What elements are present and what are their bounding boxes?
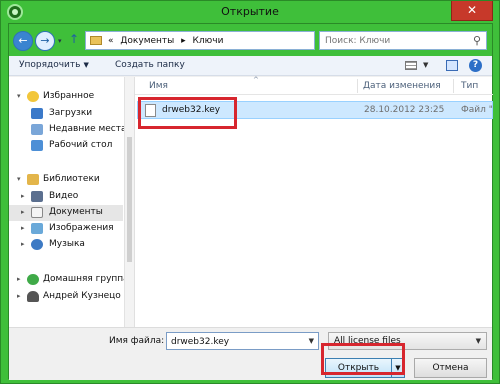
nav-images[interactable]: ▸ Изображения (9, 221, 123, 237)
breadcrumb-keys[interactable]: Ключи (193, 36, 224, 46)
nav-label: Загрузки (49, 108, 93, 118)
video-icon (31, 191, 43, 202)
user-icon (27, 291, 39, 302)
column-date[interactable]: Дата изменения (363, 81, 441, 91)
downloads-icon (31, 108, 43, 119)
title-bar: Открытие ✕ (1, 1, 499, 23)
dialog-footer: Имя файла: ▼ All license files ▼ Открыть… (9, 327, 492, 380)
open-options-dropdown-icon[interactable]: ▼ (391, 358, 405, 378)
filename-combobox[interactable]: ▼ (166, 332, 319, 350)
organize-label: Упорядочить (19, 60, 81, 70)
search-box[interactable]: ⚲ (319, 31, 487, 50)
nav-recent-places[interactable]: Недавние места (9, 122, 127, 138)
file-type: Файл "KE (461, 105, 493, 115)
filename-label: Имя файла: (109, 336, 165, 346)
breadcrumb: « Документы ▸ Ключи (108, 36, 227, 46)
documents-icon (31, 207, 43, 218)
file-list: ^ Имя Дата изменения Тип drweb32.key 28.… (134, 76, 493, 327)
sort-indicator-icon: ^ (253, 76, 259, 84)
window-title: Открытие (221, 5, 279, 18)
breadcrumb-separator[interactable]: ▸ (181, 36, 186, 46)
recent-places-icon (31, 124, 43, 135)
expand-open-icon[interactable]: ▾ (17, 175, 21, 183)
column-type[interactable]: Тип (461, 81, 478, 91)
nav-label: Библиотеки (43, 174, 100, 184)
nav-libraries[interactable]: ▾ Библиотеки (9, 172, 123, 188)
file-name: drweb32.key (162, 105, 221, 115)
star-icon (27, 91, 39, 102)
music-icon (31, 239, 43, 250)
nav-homegroup[interactable]: ▸ Домашняя группа (9, 272, 129, 288)
up-folder-button[interactable]: ↑ (69, 32, 79, 46)
help-icon[interactable]: ? (469, 59, 482, 72)
breadcrumb-overflow[interactable]: « (108, 36, 114, 46)
libraries-icon (27, 174, 39, 185)
images-icon (31, 223, 43, 234)
expand-open-icon[interactable]: ▾ (17, 92, 21, 100)
recent-locations-dropdown-icon[interactable]: ▾ (58, 37, 62, 45)
expand-icon[interactable]: ▸ (21, 208, 25, 216)
nav-user[interactable]: ▸ Андрей Кузнецо (9, 289, 123, 305)
expand-icon[interactable]: ▸ (17, 275, 21, 283)
expand-icon[interactable]: ▸ (21, 240, 25, 248)
folder-icon (90, 36, 102, 45)
change-view-icon[interactable] (405, 61, 417, 70)
nav-music[interactable]: ▸ Музыка (9, 237, 123, 253)
back-button[interactable]: ← (13, 31, 33, 51)
command-toolbar: Упорядочить ▼ Создать папку ▼ ? (9, 56, 492, 76)
desktop-icon (31, 140, 43, 151)
preview-pane-icon[interactable] (446, 60, 458, 71)
nav-label: Музыка (49, 239, 85, 249)
nav-desktop[interactable]: Рабочий стол (9, 138, 123, 154)
homegroup-icon (27, 274, 39, 285)
column-name[interactable]: Имя (149, 81, 168, 91)
nav-label: Рабочий стол (49, 140, 113, 150)
forward-button[interactable]: → (35, 31, 55, 51)
filename-input[interactable] (171, 335, 301, 348)
search-input[interactable] (325, 34, 465, 48)
address-row: ← → ▾ ↑ « Документы ▸ Ключи ▾ ↻ ⚲ (9, 24, 492, 56)
address-bar[interactable]: « Документы ▸ Ключи ▾ ↻ (85, 31, 382, 50)
filename-dropdown-icon[interactable]: ▼ (309, 337, 314, 345)
column-header: ^ Имя Дата изменения Тип (135, 76, 493, 95)
organize-dropdown-icon: ▼ (83, 61, 89, 69)
file-date: 28.10.2012 23:25 (364, 105, 445, 115)
nav-label: Избранное (43, 91, 95, 101)
open-file-dialog: Открытие ✕ ← → ▾ ↑ « Документы ▸ Ключи ▾… (0, 0, 500, 384)
breadcrumb-documents[interactable]: Документы (120, 36, 174, 46)
nav-label: Изображения (49, 223, 114, 233)
expand-icon[interactable]: ▸ (21, 192, 25, 200)
close-button[interactable]: ✕ (451, 1, 493, 21)
column-divider[interactable] (357, 79, 358, 93)
file-icon (145, 104, 156, 117)
nav-label: Андрей Кузнецо (43, 291, 121, 301)
column-divider[interactable] (453, 79, 454, 93)
nav-downloads[interactable]: Загрузки (9, 106, 123, 122)
filetype-select[interactable]: All license files ▼ (328, 332, 487, 350)
filetype-dropdown-icon: ▼ (475, 337, 481, 345)
nav-video[interactable]: ▸ Видео (9, 189, 123, 205)
view-options-dropdown-icon[interactable]: ▼ (423, 61, 428, 69)
nav-label: Документы (49, 207, 103, 217)
nav-documents[interactable]: ▸ Документы (9, 205, 123, 221)
search-icon[interactable]: ⚲ (473, 34, 481, 47)
nav-label: Недавние места (49, 124, 127, 134)
navigation-pane: ▾ Избранное Загрузки Недавние места Рабо… (9, 77, 129, 327)
dialog-client-area: ← → ▾ ↑ « Документы ▸ Ключи ▾ ↻ ⚲ (8, 23, 493, 380)
filetype-value: All license files (334, 336, 401, 346)
expand-icon[interactable]: ▸ (21, 224, 25, 232)
expand-icon[interactable]: ▸ (17, 292, 21, 300)
nav-label: Видео (49, 191, 79, 201)
open-button[interactable]: Открыть (325, 358, 392, 378)
navigation-scrollbar[interactable] (124, 77, 134, 327)
nav-label: Домашняя группа (43, 274, 129, 284)
nav-favorites[interactable]: ▾ Избранное (9, 89, 123, 105)
file-row[interactable]: drweb32.key 28.10.2012 23:25 Файл "KE (137, 101, 493, 119)
organize-button[interactable]: Упорядочить ▼ (19, 60, 89, 70)
scrollbar-thumb[interactable] (127, 137, 132, 262)
cancel-button[interactable]: Отмена (414, 358, 487, 378)
new-folder-button[interactable]: Создать папку (115, 60, 185, 70)
